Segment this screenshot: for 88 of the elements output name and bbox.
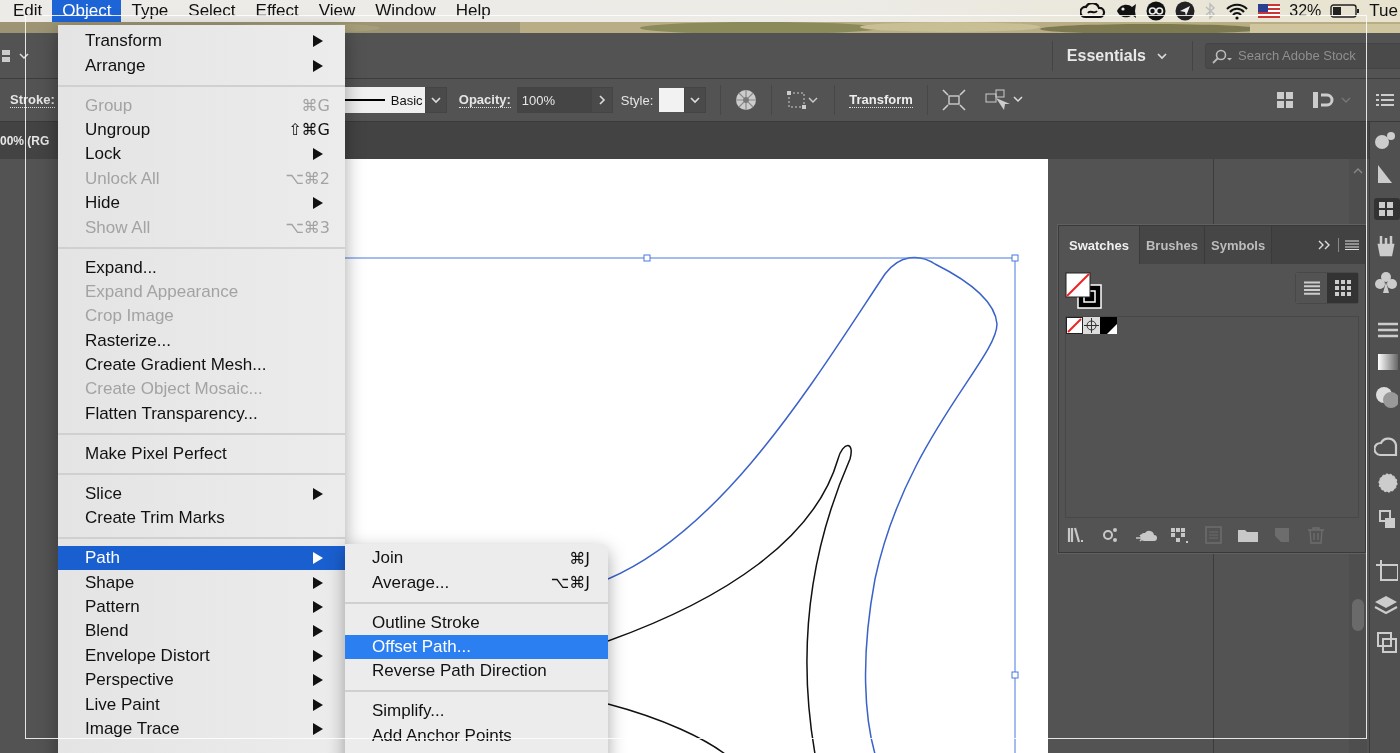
- opacity-arrow-button[interactable]: [590, 87, 613, 113]
- scroll-thumb[interactable]: [1352, 599, 1364, 631]
- menu-item[interactable]: Lock: [58, 142, 345, 167]
- menu-item[interactable]: Make Pixel Perfect: [58, 441, 345, 467]
- club-icon[interactable]: [1374, 270, 1398, 294]
- panel-menu-icon[interactable]: [1345, 240, 1359, 250]
- copy-icon[interactable]: [1374, 631, 1398, 655]
- search-icon: [1210, 48, 1234, 65]
- panel-tab[interactable]: Swatches: [1059, 226, 1140, 264]
- menu-item[interactable]: Add Anchor Points: [345, 723, 608, 748]
- wifi-icon[interactable]: [1225, 2, 1250, 20]
- workspace-switcher[interactable]: Essentials: [1064, 46, 1180, 65]
- menu-item[interactable]: Hide: [58, 190, 345, 216]
- menu-bar-item[interactable]: View: [308, 0, 366, 22]
- menu-item[interactable]: Offset Path...: [345, 634, 608, 660]
- chevron-down-icon: [1156, 51, 1168, 60]
- grid-view-button[interactable]: [1327, 273, 1358, 303]
- recolor-wheel-icon[interactable]: [735, 89, 758, 111]
- align-grid-icon[interactable]: [1276, 91, 1294, 109]
- menu-item[interactable]: Create Gradient Mesh...: [58, 352, 345, 378]
- document-tab[interactable]: 00% (RG: [0, 133, 50, 148]
- expand-icon[interactable]: [1318, 240, 1332, 250]
- menu-bar-item[interactable]: Select: [178, 0, 246, 22]
- menu-item[interactable]: Arrange: [58, 53, 345, 78]
- transform-link[interactable]: Transform: [849, 92, 913, 108]
- swatches-dock-icon[interactable]: [1374, 198, 1400, 220]
- menu-item[interactable]: Rasterize...: [58, 328, 345, 353]
- registration-swatch[interactable]: [1083, 317, 1100, 334]
- menu-item[interactable]: Slice: [58, 481, 345, 506]
- menu-item[interactable]: Expand...: [58, 255, 345, 280]
- style-dropdown-button[interactable]: [684, 87, 707, 113]
- menu-item[interactable]: Simplify...: [345, 699, 608, 724]
- grid-icon: [1334, 280, 1351, 296]
- chevron-down-icon: [689, 96, 702, 104]
- menu-item[interactable]: Join ⌘J: [345, 546, 608, 571]
- color-swatch[interactable]: [1100, 317, 1117, 334]
- none-swatch[interactable]: [1066, 317, 1083, 334]
- panel-tab[interactable]: Brushes: [1140, 226, 1205, 264]
- menu-item[interactable]: Reverse Path Direction: [345, 659, 608, 684]
- select-similar-icon[interactable]: [983, 88, 1024, 112]
- cloud-icon[interactable]: [1080, 3, 1107, 19]
- menu-item[interactable]: Image Trace: [58, 716, 345, 742]
- menu-item[interactable]: Live Paint: [58, 692, 345, 717]
- menu-item[interactable]: Blend: [58, 619, 345, 644]
- menu-item[interactable]: Flatten Transparency...: [58, 401, 345, 427]
- menu-bar-item[interactable]: Window: [365, 0, 446, 22]
- menu-bar-item[interactable]: Effect: [245, 0, 309, 22]
- menu-item[interactable]: Perspective: [58, 667, 345, 693]
- fish-icon[interactable]: [1115, 2, 1138, 20]
- artboard-icon[interactable]: [1374, 559, 1398, 581]
- menu-bar-item[interactable]: Edit: [3, 0, 53, 22]
- bounding-box[interactable]: [345, 254, 1019, 753]
- menu-bar-item[interactable]: Help: [445, 0, 501, 22]
- group-icon[interactable]: [1169, 526, 1191, 544]
- menu-item[interactable]: Path: [58, 546, 345, 571]
- list-icon: [1303, 281, 1320, 295]
- style-label: Style:: [620, 92, 654, 108]
- panel-tab[interactable]: Symbols: [1205, 226, 1273, 264]
- menu-item[interactable]: Create Trim Marks: [58, 506, 345, 531]
- drops-icon[interactable]: [1374, 130, 1398, 150]
- location-icon[interactable]: [1175, 1, 1196, 21]
- menu-item[interactable]: Pattern: [58, 594, 345, 620]
- shrink-arrows-icon[interactable]: [941, 89, 966, 111]
- menu-bar-item[interactable]: Type: [121, 0, 179, 22]
- chevron-down-icon: [429, 96, 442, 104]
- graphic-style-swatch[interactable]: [659, 88, 685, 112]
- transparency-icon[interactable]: [1374, 385, 1398, 409]
- fill-stroke-icon[interactable]: [1065, 272, 1103, 310]
- menu-item[interactable]: Transform: [58, 29, 345, 54]
- menu-item[interactable]: Ungroup ⇧⌘G: [58, 117, 345, 143]
- battery-icon[interactable]: [1330, 4, 1361, 18]
- chevron-right-icon: [597, 94, 606, 106]
- menu-item[interactable]: Shape: [58, 570, 345, 595]
- goggles-icon[interactable]: [1146, 1, 1167, 21]
- magnet-icon[interactable]: [1312, 90, 1352, 110]
- search-field[interactable]: Search Adobe Stock: [1205, 42, 1400, 69]
- battery-percent: 32%: [1289, 2, 1322, 20]
- list-icon[interactable]: [1376, 93, 1394, 107]
- brush-dropdown-button[interactable]: [424, 87, 447, 113]
- menu-item[interactable]: Average... ⌥⌘J: [345, 570, 608, 595]
- cloud-library-icon[interactable]: [1374, 436, 1398, 458]
- opacity-field[interactable]: 100%: [516, 87, 591, 113]
- flag-icon[interactable]: [1258, 4, 1281, 18]
- day-label: Tue: [1369, 1, 1398, 21]
- menu-item[interactable]: Outline Stroke: [345, 610, 608, 635]
- menu-item[interactable]: Envelope Distort: [58, 643, 345, 668]
- opacity-label[interactable]: Opacity:: [458, 92, 511, 108]
- arrange-documents-icon[interactable]: [2, 48, 30, 63]
